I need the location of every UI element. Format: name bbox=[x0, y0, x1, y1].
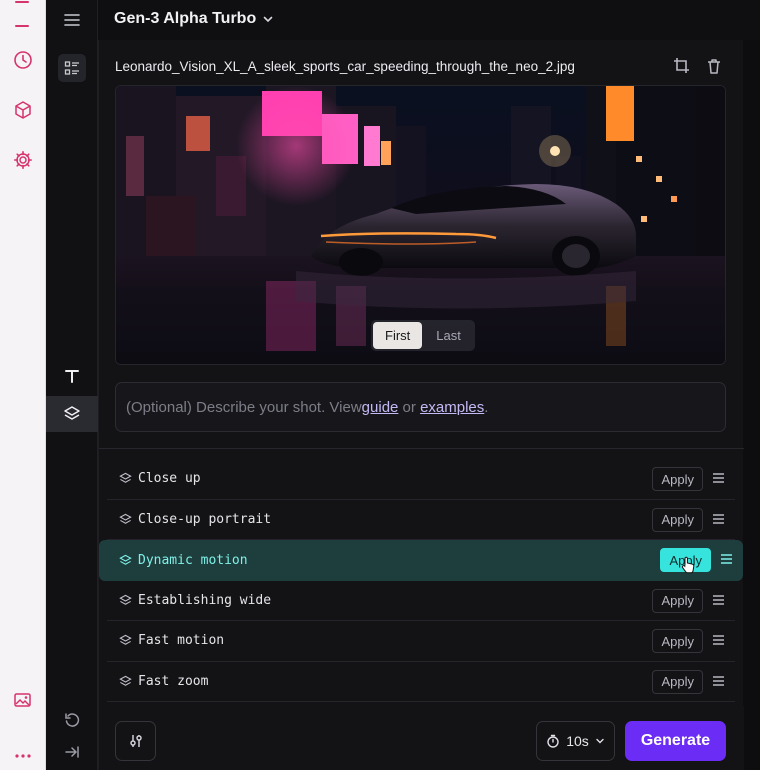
main-panel: Leonardo_Vision_XL_A_sleek_sports_car_sp… bbox=[98, 40, 744, 770]
hand-cursor-icon bbox=[681, 556, 695, 574]
preset-name: Fast motion bbox=[138, 633, 225, 649]
examples-link[interactable]: examples bbox=[420, 399, 484, 416]
prompt-placeholder-start: (Optional) Describe your shot. View bbox=[126, 398, 362, 416]
duration-selector[interactable]: 10s bbox=[536, 721, 615, 761]
undo-icon[interactable] bbox=[60, 708, 84, 732]
apply-button[interactable]: Apply bbox=[652, 629, 703, 653]
history-clock-icon[interactable] bbox=[11, 48, 35, 72]
gallery-image-icon[interactable] bbox=[11, 688, 35, 712]
section-divider bbox=[99, 448, 744, 449]
first-frame-tab[interactable]: First bbox=[373, 322, 423, 349]
app-rail bbox=[0, 0, 46, 770]
apply-button[interactable]: Apply bbox=[652, 507, 703, 532]
chevron-down-icon bbox=[263, 16, 273, 23]
top-header: Gen-3 Alpha Turbo bbox=[98, 0, 760, 40]
guide-link[interactable]: guide bbox=[362, 399, 399, 416]
tool-column bbox=[46, 0, 98, 770]
preset-name: Dynamic motion bbox=[138, 552, 248, 568]
apply-button[interactable]: Apply bbox=[652, 669, 703, 694]
app-window: Gen-3 Alpha Turbo Leonardo_Vision_XL_A_s… bbox=[0, 0, 760, 770]
assets-cube-icon[interactable] bbox=[11, 98, 35, 122]
preset-layers-icon bbox=[119, 513, 132, 524]
file-name: Leonardo_Vision_XL_A_sleek_sports_car_sp… bbox=[115, 59, 575, 74]
model-name: Gen-3 Alpha Turbo bbox=[114, 10, 257, 27]
preset-layers-icon bbox=[119, 554, 132, 565]
menu-lines-icon[interactable] bbox=[720, 553, 733, 565]
preset-row-fast-zoom[interactable]: Fast zoom Apply bbox=[107, 662, 735, 702]
preset-layers-icon bbox=[119, 473, 132, 484]
preset-name: Fast zoom bbox=[138, 673, 209, 689]
rail-divider bbox=[15, 25, 29, 27]
scroll-gutter bbox=[743, 40, 760, 770]
model-selector[interactable]: Gen-3 Alpha Turbo bbox=[114, 10, 274, 28]
more-dots-icon[interactable] bbox=[11, 744, 35, 768]
frame-toggle: First Last bbox=[371, 320, 475, 351]
preset-name: Close-up portrait bbox=[138, 511, 272, 527]
trash-icon[interactable] bbox=[705, 57, 723, 80]
menu-lines-icon[interactable] bbox=[712, 675, 725, 687]
preset-layers-icon bbox=[119, 594, 132, 605]
hamburger-menu-icon[interactable] bbox=[60, 8, 84, 32]
last-frame-tab[interactable]: Last bbox=[424, 322, 473, 349]
preset-name: Establishing wide bbox=[138, 592, 272, 608]
prompt-placeholder-middle: or bbox=[398, 398, 421, 416]
text-tool-icon[interactable] bbox=[58, 362, 86, 390]
duration-value: 10s bbox=[566, 733, 589, 749]
preset-row-close-up[interactable]: Close up Apply bbox=[107, 459, 735, 500]
preset-row-dynamic-motion[interactable]: Dynamic motion Apply bbox=[99, 540, 743, 581]
menu-lines-icon[interactable] bbox=[712, 513, 725, 525]
collapse-arrow-icon[interactable] bbox=[60, 740, 84, 764]
preset-layers-icon bbox=[119, 635, 132, 646]
menu-lines-icon[interactable] bbox=[712, 594, 725, 606]
apply-button[interactable]: Apply bbox=[652, 467, 703, 491]
crop-icon[interactable] bbox=[673, 57, 691, 80]
preset-name: Close up bbox=[138, 471, 201, 487]
preset-row-close-up-portrait[interactable]: Close-up portrait Apply bbox=[107, 500, 735, 540]
preset-layers-icon bbox=[119, 675, 132, 686]
menu-lines-icon[interactable] bbox=[712, 472, 725, 484]
file-actions bbox=[673, 57, 723, 80]
preset-row-establishing-wide[interactable]: Establishing wide Apply bbox=[107, 581, 735, 621]
layers-tool-icon[interactable] bbox=[46, 396, 98, 432]
sliders-icon bbox=[129, 735, 142, 747]
adjustments-button[interactable] bbox=[115, 721, 156, 761]
chevron-down-icon bbox=[596, 738, 604, 744]
menu-lines-icon[interactable] bbox=[712, 634, 725, 646]
prompt-input[interactable]: (Optional) Describe your shot. View guid… bbox=[115, 382, 726, 432]
apply-button[interactable]: Apply bbox=[652, 588, 703, 613]
rail-indicator-top bbox=[15, 1, 29, 3]
preset-row-fast-motion[interactable]: Fast motion Apply bbox=[107, 621, 735, 662]
settings-gear-icon[interactable] bbox=[11, 148, 35, 172]
image-preview[interactable]: First Last bbox=[115, 85, 726, 365]
prompt-placeholder-end: . bbox=[484, 398, 489, 416]
generate-button[interactable]: Generate bbox=[625, 721, 726, 761]
list-layout-icon[interactable] bbox=[58, 54, 86, 82]
bottom-toolbar: 10s Generate bbox=[99, 706, 744, 770]
preset-list: Close up Apply Close-up portrait Apply D… bbox=[99, 459, 743, 702]
stopwatch-icon bbox=[547, 734, 559, 748]
